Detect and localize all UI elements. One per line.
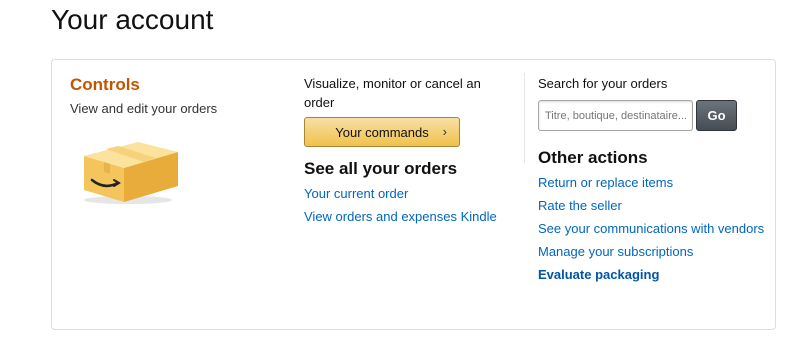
- your-commands-button[interactable]: Your commands ›: [304, 117, 460, 147]
- kindle-orders-link[interactable]: View orders and expenses Kindle: [304, 207, 504, 226]
- controls-section: Controls View and edit your orders: [70, 74, 270, 118]
- your-commands-label: Your commands: [335, 124, 429, 140]
- manage-subscriptions-link[interactable]: Manage your subscriptions: [538, 242, 768, 261]
- column-divider: [524, 73, 525, 163]
- see-all-orders-heading: See all your orders: [304, 159, 458, 178]
- evaluate-packaging-link[interactable]: Evaluate packaging: [538, 265, 768, 284]
- search-section: Search for your orders Go Other actions …: [538, 74, 768, 284]
- rate-seller-link[interactable]: Rate the seller: [538, 196, 768, 215]
- search-row: Go: [538, 100, 768, 131]
- other-actions-heading: Other actions: [538, 148, 648, 167]
- orders-section: Visualize, monitor or cancel an order Yo…: [304, 74, 504, 226]
- search-label: Search for your orders: [538, 76, 668, 91]
- current-order-link[interactable]: Your current order: [304, 184, 504, 203]
- go-button[interactable]: Go: [696, 100, 737, 131]
- controls-title: Controls: [70, 75, 140, 94]
- return-replace-link[interactable]: Return or replace items: [538, 173, 768, 192]
- package-box-icon: [84, 142, 178, 204]
- orders-card: Controls View and edit your orders Visua…: [51, 59, 776, 330]
- chevron-right-icon: ›: [442, 124, 447, 139]
- controls-subtitle: View and edit your orders: [70, 101, 218, 116]
- page-title: Your account: [51, 4, 214, 35]
- orders-lead-text: Visualize, monitor or cancel an order: [304, 76, 481, 110]
- order-search-input[interactable]: [538, 100, 693, 131]
- vendor-communications-link[interactable]: See your communications with vendors: [538, 219, 768, 238]
